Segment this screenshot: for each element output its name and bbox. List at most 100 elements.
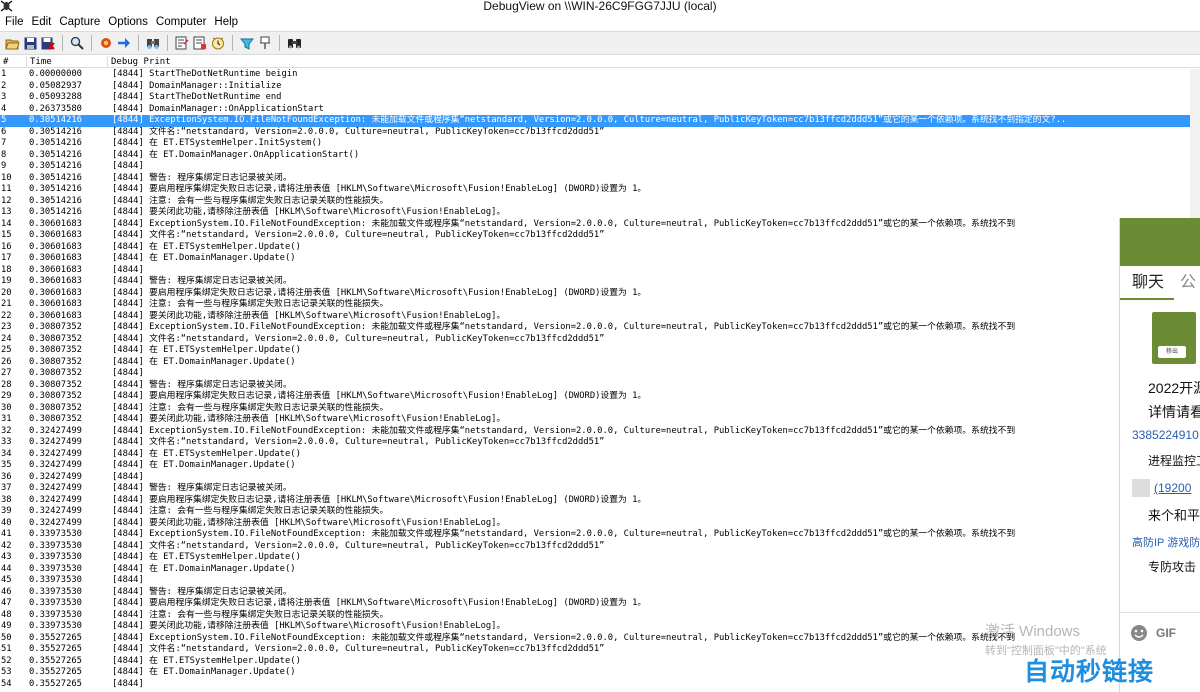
log-row[interactable]: 45 0.33973530 [4844] <box>0 575 1200 587</box>
log-row[interactable]: 23 0.30807352 [4844] ExceptionSystem.IO.Fi… <box>0 322 1200 334</box>
row-message: [4844] 要关闭此功能,请移除注册表值 [HKLM\Software\Mic… <box>112 621 506 631</box>
chat-side-panel: 聊天 公 移出 2022开源 详情请看 3385224910 进程监控工 (19… <box>1119 218 1200 692</box>
log-row[interactable]: 35 0.32427499 [4844] 在 ET.DomainManager.Up… <box>0 460 1200 472</box>
chat-input-toolbar: GIF <box>1120 612 1200 652</box>
row-number: 6 <box>1 126 7 137</box>
log-row[interactable]: 7 0.30514216 [4844] 在 ET.ETSystemHelper.In… <box>0 138 1200 150</box>
log-row[interactable]: 20 0.30601683 [4844] 要启用程序集绑定失败日志记录,请将注册表值… <box>0 288 1200 300</box>
log-row[interactable]: 4 0.26373580 [4844] DomainManager::OnAppli… <box>0 104 1200 116</box>
menu-capture[interactable]: Capture <box>57 16 106 28</box>
row-number: 33 <box>1 437 12 447</box>
log-row[interactable]: 18 0.30601683 [4844] <box>0 265 1200 277</box>
log-row[interactable]: 2 0.05082937 [4844] DomainManager::Initial… <box>0 81 1200 93</box>
column-debug-header[interactable]: Debug Print <box>108 56 1188 68</box>
log-row[interactable]: 25 0.30807352 [4844] 在 ET.ETSystemHelper.U… <box>0 345 1200 357</box>
log-row[interactable]: 47 0.33973530 [4844] 要启用程序集绑定失败日志记录,请将注册表值… <box>0 598 1200 610</box>
tab-other[interactable]: 公 <box>1174 268 1196 300</box>
highlight-icon[interactable] <box>239 35 255 51</box>
log-row[interactable]: 26 0.30807352 [4844] 在 ET.DomainManager.Up… <box>0 357 1200 369</box>
row-number: 52 <box>1 655 12 666</box>
row-message: [4844] ExceptionSystem.IO.FileNotFoundEx… <box>112 529 1016 539</box>
row-time: 0.35527265 <box>29 632 82 643</box>
log-row[interactable]: 54 0.35527265 [4844] <box>0 679 1200 691</box>
log-row[interactable]: 40 0.32427499 [4844] 要关闭此功能,请移除注册表值 [HKLM\… <box>0 518 1200 530</box>
row-message: [4844] 在 ET.DomainManager.Update() <box>112 356 296 367</box>
log-row[interactable]: 14 0.30601683 [4844] ExceptionSystem.IO.Fi… <box>0 219 1200 231</box>
log-row[interactable]: 8 0.30514216 [4844] 在 ET.DomainManager.OnA… <box>0 150 1200 162</box>
gif-icon[interactable]: GIF <box>1156 626 1176 640</box>
log-row[interactable]: 30 0.30807352 [4844] 注意: 会有一些与程序集绑定失败日志记录关… <box>0 403 1200 415</box>
log-row[interactable]: 5 0.30514216 [4844] ExceptionSystem.IO.Fil… <box>0 115 1200 127</box>
row-message: [4844] 注意: 会有一些与程序集绑定失败日志记录关联的性能损失。 <box>112 506 389 516</box>
log-row[interactable]: 29 0.30807352 [4844] 要启用程序集绑定失败日志记录,请将注册表值… <box>0 391 1200 403</box>
clear-icon[interactable] <box>40 35 56 51</box>
chat-user-row[interactable]: (19200 <box>1132 479 1200 497</box>
row-time: 0.33973530 <box>29 529 82 539</box>
log-row[interactable]: 11 0.30514216 [4844] 要启用程序集绑定失败日志记录,请将注册表值… <box>0 184 1200 196</box>
find-icon[interactable] <box>69 35 85 51</box>
log-row[interactable]: 39 0.32427499 [4844] 注意: 会有一些与程序集绑定失败日志记录关… <box>0 506 1200 518</box>
log-row[interactable]: 21 0.30601683 [4844] 注意: 会有一些与程序集绑定失败日志记录关… <box>0 299 1200 311</box>
chat-link[interactable]: (19200 <box>1154 481 1191 495</box>
log-row[interactable]: 46 0.33973530 [4844] 警告: 程序集绑定日志记录被关闭。 <box>0 587 1200 599</box>
log-row[interactable]: 12 0.30514216 [4844] 注意: 会有一些与程序集绑定失败日志记录关… <box>0 196 1200 208</box>
log-row[interactable]: 9 0.30514216 [4844] <box>0 161 1200 173</box>
menu-options[interactable]: Options <box>106 16 154 28</box>
log-row[interactable]: 53 0.35527265 [4844] 在 ET.DomainManager.Up… <box>0 667 1200 679</box>
log-row[interactable]: 41 0.33973530 [4844] ExceptionSystem.IO.Fi… <box>0 529 1200 541</box>
log-row[interactable]: 22 0.30601683 [4844] 要关闭此功能,请移除注册表值 [HKLM\… <box>0 311 1200 323</box>
log-row[interactable]: 13 0.30514216 [4844] 要关闭此功能,请移除注册表值 [HKLM\… <box>0 207 1200 219</box>
log-row[interactable]: 38 0.32427499 [4844] 要启用程序集绑定失败日志记录,请将注册表值… <box>0 495 1200 507</box>
log-row[interactable]: 28 0.30807352 [4844] 警告: 程序集绑定日志记录被关闭。 <box>0 380 1200 392</box>
tab-chat[interactable]: 聊天 <box>1120 268 1175 300</box>
card-button[interactable]: 移出 <box>1158 346 1186 358</box>
log-row[interactable]: 34 0.32427499 [4844] 在 ET.ETSystemHelper.U… <box>0 449 1200 461</box>
log-row[interactable]: 42 0.33973530 [4844] 文件名:“netstandard, Ver… <box>0 541 1200 553</box>
row-message: [4844] 文件名:“netstandard, Version=2.0.0.0… <box>112 644 605 654</box>
menu-help[interactable]: Help <box>212 16 244 28</box>
save-icon[interactable] <box>22 35 38 51</box>
log-row[interactable]: 31 0.30807352 [4844] 要关闭此功能,请移除注册表值 [HKLM\… <box>0 414 1200 426</box>
emoji-icon[interactable] <box>1130 624 1148 642</box>
log-row[interactable]: 32 0.32427499 [4844] ExceptionSystem.IO.Fi… <box>0 426 1200 438</box>
log-row[interactable]: 24 0.30807352 [4844] 文件名:“netstandard, Ver… <box>0 334 1200 346</box>
log-row[interactable]: 10 0.30514216 [4844] 警告: 程序集绑定日志记录被关闭。 <box>0 173 1200 185</box>
filter-icon[interactable] <box>145 35 161 51</box>
log-row[interactable]: 3 0.05093288 [4844] StartTheDotNetRuntime … <box>0 92 1200 104</box>
chat-link[interactable]: 高防IP 游戏防 <box>1132 534 1200 550</box>
image-card[interactable]: 移出 <box>1152 312 1196 364</box>
log-row[interactable]: 19 0.30601683 [4844] 警告: 程序集绑定日志记录被关闭。 <box>0 276 1200 288</box>
column-num-header[interactable]: # <box>0 56 27 68</box>
log-row[interactable]: 43 0.33973530 [4844] 在 ET.ETSystemHelper.U… <box>0 552 1200 564</box>
pin-icon[interactable] <box>257 35 273 51</box>
row-time: 0.30807352 <box>29 402 82 413</box>
log-row[interactable]: 16 0.30601683 [4844] 在 ET.ETSystemHelper.U… <box>0 242 1200 254</box>
row-time: 0.30807352 <box>29 391 82 401</box>
log-row[interactable]: 36 0.32427499 [4844] <box>0 472 1200 484</box>
log-row[interactable]: 33 0.32427499 [4844] 文件名:“netstandard, Ver… <box>0 437 1200 449</box>
open-icon[interactable] <box>4 35 20 51</box>
log-list[interactable]: 1 0.00000000 [4844] StartTheDotNetRuntime … <box>0 69 1200 692</box>
column-time-header[interactable]: Time <box>27 56 108 68</box>
menu-file[interactable]: File <box>3 16 30 28</box>
log-row[interactable]: 44 0.33973530 [4844] 在 ET.DomainManager.Up… <box>0 564 1200 576</box>
log-row[interactable]: 15 0.30601683 [4844] 文件名:“netstandard, Ver… <box>0 230 1200 242</box>
autoscroll-icon[interactable] <box>116 35 132 51</box>
log-row[interactable]: 17 0.30601683 [4844] 在 ET.DomainManager.Up… <box>0 253 1200 265</box>
chat-link[interactable]: 3385224910 <box>1132 428 1200 442</box>
row-time: 0.35527265 <box>29 655 82 666</box>
menu-edit[interactable]: Edit <box>30 16 58 28</box>
row-time: 0.30601683 <box>29 299 82 309</box>
binoculars-icon[interactable] <box>286 35 302 51</box>
log-row[interactable]: 37 0.32427499 [4844] 警告: 程序集绑定日志记录被关闭。 <box>0 483 1200 495</box>
history-icon[interactable] <box>174 35 190 51</box>
capture-icon[interactable] <box>98 35 114 51</box>
log-row[interactable]: 6 0.30514216 [4844] 文件名:“netstandard, Vers… <box>0 127 1200 139</box>
row-number: 5 <box>1 115 7 125</box>
clock-icon[interactable] <box>210 35 226 51</box>
log-row[interactable]: 27 0.30807352 [4844] <box>0 368 1200 380</box>
copy-icon[interactable] <box>192 35 208 51</box>
log-row[interactable]: 1 0.00000000 [4844] StartTheDotNetRuntime … <box>0 69 1200 81</box>
menu-computer[interactable]: Computer <box>154 16 213 28</box>
row-time: 0.05082937 <box>29 80 82 91</box>
